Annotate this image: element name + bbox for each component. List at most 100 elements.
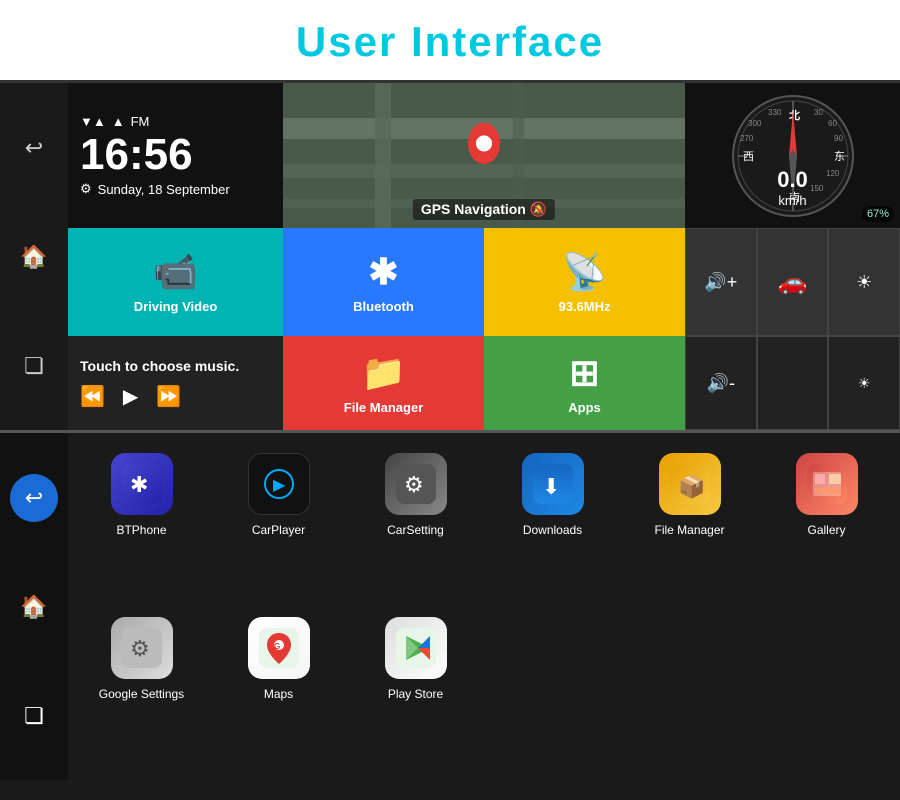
radio-tile[interactable]: 📡 93.6MHz [484, 228, 685, 336]
folder-icon: 📁 [361, 352, 406, 394]
svg-text:西: 西 [743, 151, 754, 163]
googlesettings-label: Google Settings [99, 687, 184, 701]
page-header: User Interface [0, 0, 900, 83]
filemanager-label: File Manager [654, 523, 724, 537]
app-carplayer[interactable]: ▶ CarPlayer [215, 453, 342, 537]
empty-ctrl [757, 336, 829, 430]
music-panel: Touch to choose music. ⏪ ▶ ⏩ [68, 336, 283, 430]
brightness-up-button[interactable]: ☀ [828, 228, 900, 336]
signal-icon: ▲ [112, 114, 125, 129]
app-gallery[interactable]: Gallery [763, 453, 890, 537]
date-text: Sunday, 18 September [98, 182, 230, 197]
right-controls-top: 🔊+ 🚗 ☀ [685, 228, 900, 336]
compass-panel: 北 南 西 东 30 60 90 120 150 330 300 270 [685, 83, 900, 228]
svg-text:270: 270 [740, 134, 754, 143]
music-title: Touch to choose music. [80, 358, 271, 374]
svg-text:30: 30 [814, 108, 823, 117]
app-googlesettings[interactable]: ⚙ Google Settings [78, 617, 205, 701]
bluetooth-icon: ✱ [368, 251, 398, 293]
clock-panel: ▼▲ ▲ FM 16:56 ⚙ Sunday, 18 September [68, 83, 283, 228]
svg-text:300: 300 [748, 119, 762, 128]
radio-label: 93.6MHz [558, 299, 610, 314]
back-icon[interactable]: ↩ [14, 128, 54, 168]
svg-text:▶: ▶ [273, 477, 286, 494]
file-manager-tile[interactable]: 📁 File Manager [283, 336, 484, 430]
map-label: GPS Navigation 🔕 [413, 199, 555, 220]
playstore-label: Play Store [388, 687, 443, 701]
app-maps[interactable]: G Maps [215, 617, 342, 701]
copy-icon[interactable]: ❏ [14, 346, 54, 386]
top-row: ▼▲ ▲ FM 16:56 ⚙ Sunday, 18 September [68, 83, 900, 228]
bluetooth-label: Bluetooth [353, 299, 414, 314]
svg-text:⬇: ⬇ [542, 474, 560, 499]
downloads-label: Downloads [523, 523, 582, 537]
playstore-icon [385, 617, 447, 679]
bluetooth-tile[interactable]: ✱ Bluetooth [283, 228, 484, 336]
app-filemanager[interactable]: 📦 File Manager [626, 453, 753, 537]
brightness-down-button[interactable]: ☀ [828, 336, 900, 430]
home-icon[interactable]: 🏠 [14, 237, 54, 277]
bot-row: Touch to choose music. ⏪ ▶ ⏩ 📁 File Mana… [68, 336, 900, 430]
fm-label: FM [131, 114, 150, 129]
app-btphone[interactable]: ✱ BTPhone [78, 453, 205, 537]
sidebar-top: ↩ 🏠 ❏ [0, 83, 68, 430]
percent-badge: 67% [862, 206, 894, 222]
car-button[interactable]: 🚗 [757, 228, 829, 336]
svg-text:⚙: ⚙ [130, 636, 150, 661]
carsetting-icon: ⚙ [385, 453, 447, 515]
page-title: User Interface [0, 18, 900, 66]
mid-row: 📹 Driving Video ✱ Bluetooth 📡 93.6MHz 🔊+… [68, 228, 900, 336]
home-button[interactable]: 🏠 [10, 583, 58, 631]
app-playstore[interactable]: Play Store [352, 617, 479, 701]
app-drawer: ✱ BTPhone ▶ CarPlayer ⚙ Car [68, 433, 900, 780]
play-button[interactable]: ▶ [123, 384, 138, 409]
maps-icon: G [248, 617, 310, 679]
svg-text:东: 东 [834, 150, 845, 163]
back-button[interactable]: ↩ [10, 474, 58, 522]
svg-text:✱: ✱ [130, 472, 148, 497]
rewind-button[interactable]: ⏪ [80, 384, 105, 409]
wifi-icon: ▼▲ [80, 114, 106, 129]
sidebar-bottom: ↩ 🏠 ❏ [0, 433, 68, 780]
apps-icon: ⊞ [569, 352, 599, 394]
maps-label: Maps [264, 687, 293, 701]
filemanager-icon: 📦 [659, 453, 721, 515]
downloads-icon: ⬇ [522, 453, 584, 515]
recents-button[interactable]: ❏ [10, 692, 58, 740]
right-controls-bot: 🔊- ☀ [685, 336, 900, 430]
settings-icon: ⚙ [80, 181, 92, 197]
status-bar: ▼▲ ▲ FM [80, 114, 149, 129]
svg-text:150: 150 [810, 184, 824, 193]
driving-video-label: Driving Video [134, 299, 218, 314]
svg-text:G: G [274, 642, 280, 651]
btphone-icon: ✱ [111, 453, 173, 515]
svg-text:120: 120 [826, 169, 840, 178]
svg-text:⚙: ⚙ [404, 472, 424, 497]
map-panel[interactable]: GPS Navigation 🔕 [283, 83, 685, 228]
googlesettings-icon: ⚙ [111, 617, 173, 679]
camera-icon: 📹 [153, 251, 198, 293]
app-carsetting[interactable]: ⚙ CarSetting [352, 453, 479, 537]
speed-display: 0.0 km/h [777, 167, 808, 208]
vol-down-button[interactable]: 🔊- [685, 336, 757, 430]
vol-up-button[interactable]: 🔊+ [685, 228, 757, 336]
file-manager-label: File Manager [344, 400, 423, 415]
svg-text:90: 90 [834, 134, 843, 143]
driving-video-tile[interactable]: 📹 Driving Video [68, 228, 283, 336]
music-controls: ⏪ ▶ ⏩ [80, 384, 271, 409]
apps-label: Apps [568, 400, 601, 415]
svg-text:北: 北 [789, 108, 800, 122]
bottom-section: ↩ 🏠 ❏ ✱ BTPhone ▶ C [0, 433, 900, 780]
carsetting-label: CarSetting [387, 523, 444, 537]
grid-area: ▼▲ ▲ FM 16:56 ⚙ Sunday, 18 September [68, 83, 900, 430]
apps-tile[interactable]: ⊞ Apps [484, 336, 685, 430]
gallery-label: Gallery [807, 523, 845, 537]
fast-forward-button[interactable]: ⏩ [156, 384, 181, 409]
main-panel: ↩ 🏠 ❏ ▼▲ ▲ FM 16:56 ⚙ Sunday, 18 Septemb… [0, 83, 900, 433]
app-downloads[interactable]: ⬇ Downloads [489, 453, 616, 537]
svg-text:📦: 📦 [678, 474, 705, 499]
svg-text:330: 330 [768, 108, 782, 117]
gallery-icon [796, 453, 858, 515]
btphone-label: BTPhone [116, 523, 166, 537]
radio-icon: 📡 [562, 251, 607, 293]
